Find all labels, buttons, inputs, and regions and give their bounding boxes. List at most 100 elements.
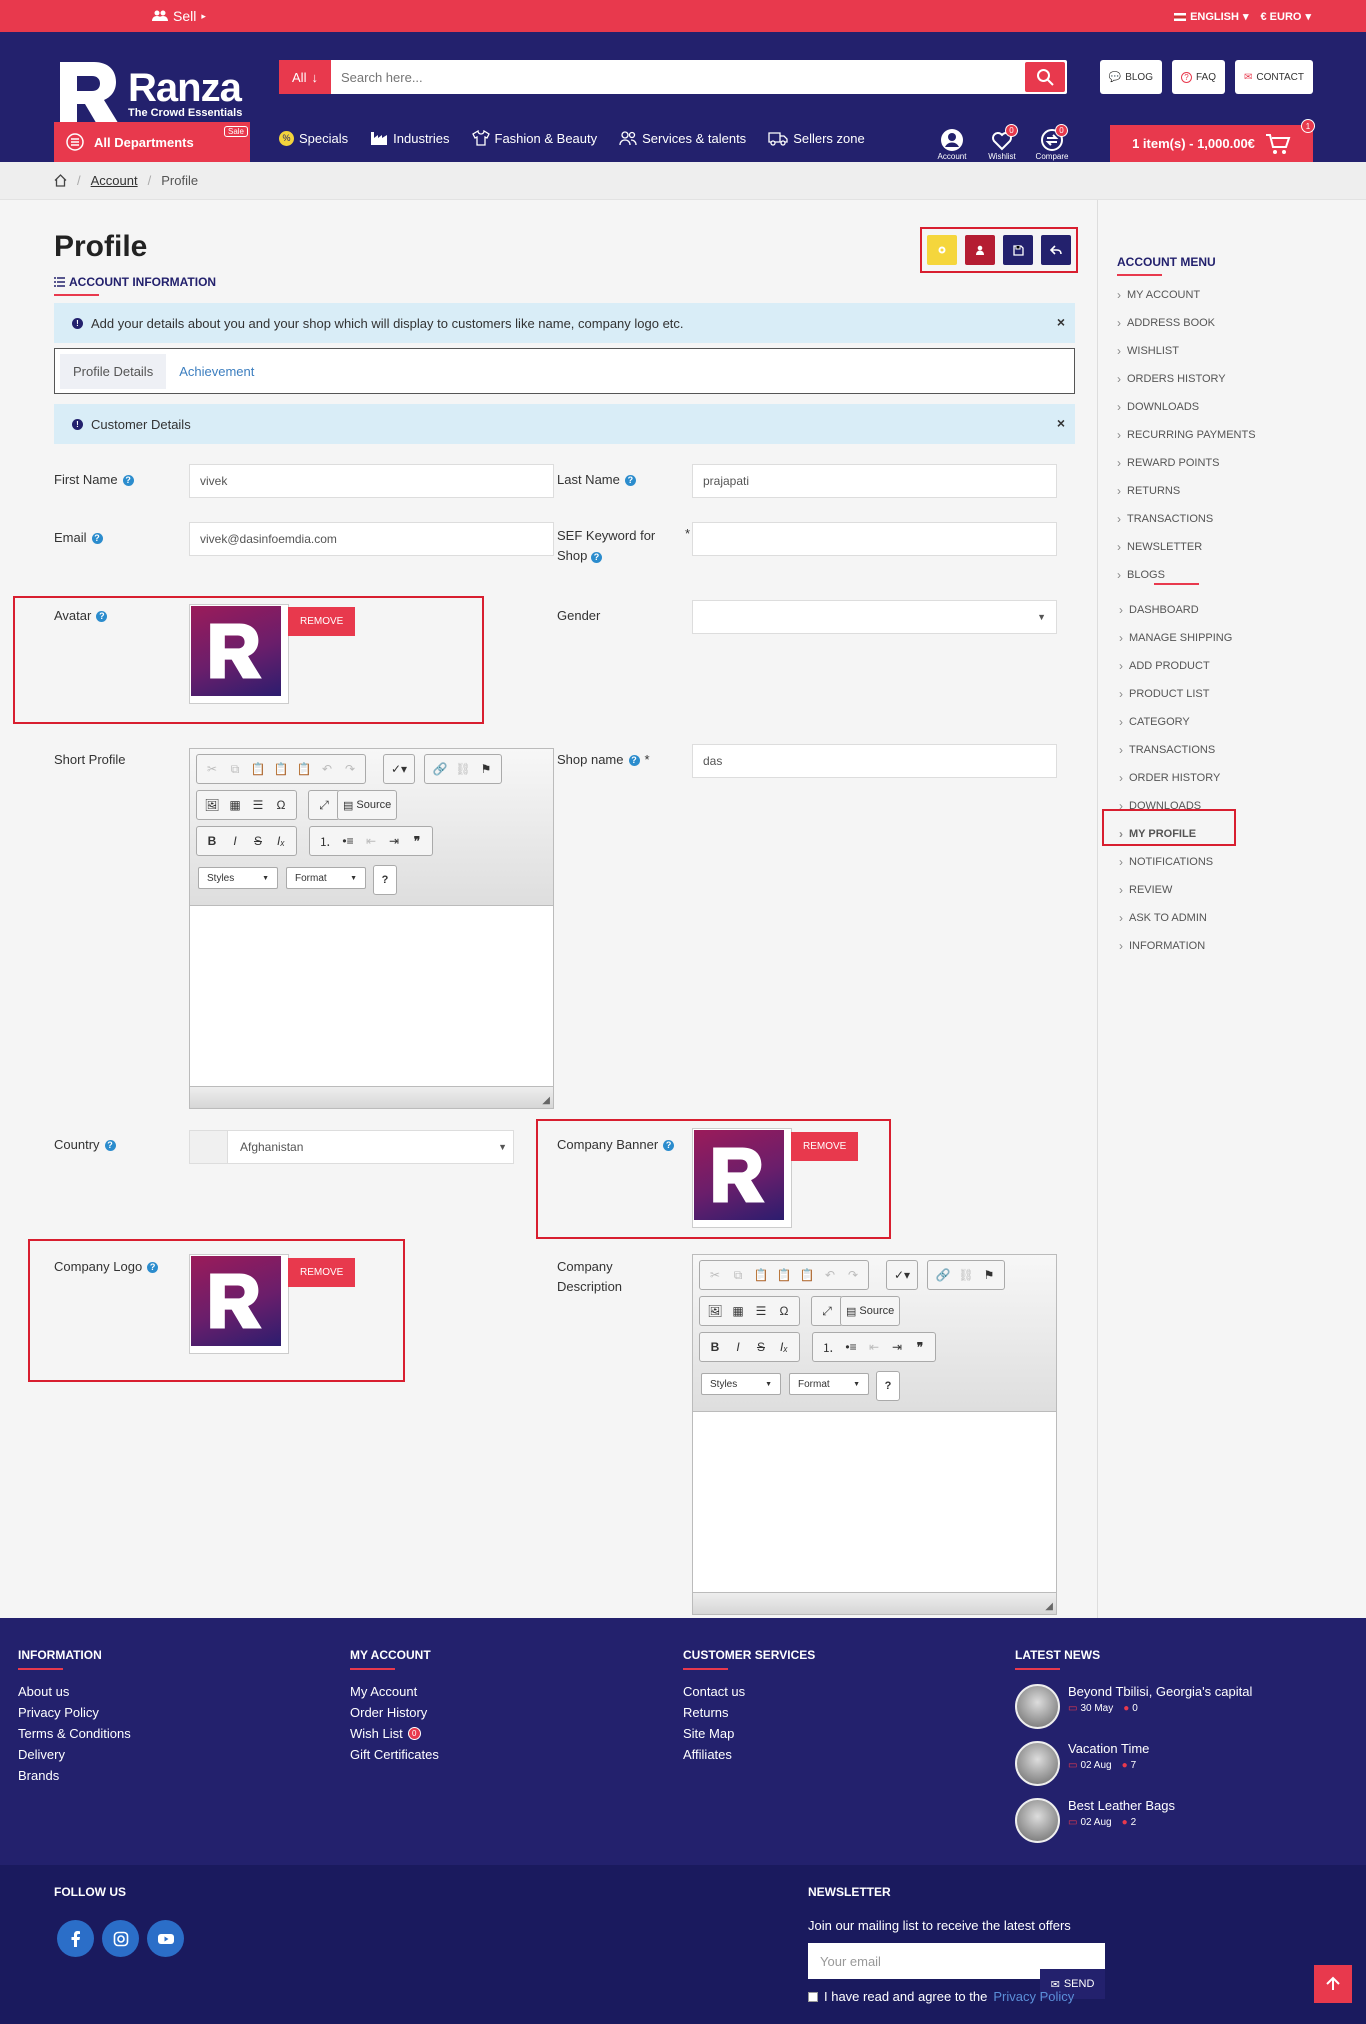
email-input[interactable]: vivek@dasinfoemdia.com	[189, 522, 554, 556]
anchor-flag-icon[interactable]: ⚑	[476, 759, 496, 779]
footer-link-wish-list[interactable]: Wish List 0	[350, 1726, 439, 1741]
back-button[interactable]	[1041, 235, 1071, 265]
maximize-icon[interactable]: ⤢	[817, 1301, 837, 1321]
footer-link-delivery[interactable]: Delivery	[18, 1747, 131, 1762]
save-button[interactable]	[1003, 235, 1033, 265]
numbered-list-icon[interactable]: ⒈	[315, 831, 335, 851]
breadcrumb-account-link[interactable]: Account	[91, 173, 138, 188]
bold-icon[interactable]: B	[202, 831, 222, 851]
numbered-list-icon[interactable]: ⒈	[818, 1337, 838, 1357]
sidebar-item-downloads[interactable]: › DOWNLOADS	[1117, 393, 1256, 421]
paste-icon[interactable]: 📋	[248, 759, 268, 779]
compare-button[interactable]: 0 Compare	[1034, 124, 1070, 161]
blockquote-icon[interactable]: ❞	[910, 1337, 930, 1357]
sef-keyword-input[interactable]	[692, 522, 1057, 556]
redo-icon[interactable]: ↷	[843, 1265, 863, 1285]
indent-icon[interactable]: ⇥	[384, 831, 404, 851]
all-departments-button[interactable]: All Departments Sale	[54, 122, 250, 162]
faq-link[interactable]: ? FAQ	[1172, 60, 1226, 94]
youtube-icon[interactable]	[147, 1920, 184, 1957]
link-icon[interactable]: 🔗	[933, 1265, 953, 1285]
company-banner-image[interactable]	[692, 1128, 792, 1228]
sidebar-item-manage-shipping[interactable]: › MANAGE SHIPPING	[1119, 624, 1232, 652]
styles-select[interactable]: Styles ▼	[701, 1373, 781, 1395]
facebook-icon[interactable]	[57, 1920, 94, 1957]
remove-format-icon[interactable]: Iₓ	[271, 831, 291, 851]
source-button[interactable]: ▤ Source	[337, 790, 398, 820]
paste-word-icon[interactable]: 📋	[797, 1265, 817, 1285]
spellcheck-icon[interactable]: ✓▾	[389, 759, 409, 779]
help-icon[interactable]: ?	[122, 474, 134, 486]
help-icon[interactable]: ?	[624, 474, 636, 486]
nav-specials[interactable]: % Specials	[279, 130, 348, 146]
footer-link-privacy[interactable]: Privacy Policy	[18, 1705, 131, 1720]
bold-icon[interactable]: B	[705, 1337, 725, 1357]
news-item[interactable]: Vacation Time ▭ 02 Aug ● 7	[1015, 1741, 1265, 1786]
strike-icon[interactable]: S	[248, 831, 268, 851]
shop-name-input[interactable]: das	[692, 744, 1057, 778]
sidebar-item-review[interactable]: › REVIEW	[1119, 876, 1232, 904]
footer-link-contact[interactable]: Contact us	[683, 1684, 815, 1699]
spellcheck-icon[interactable]: ✓▾	[892, 1265, 912, 1285]
sidebar-item-ask-to-admin[interactable]: › ASK TO ADMIN	[1119, 904, 1232, 932]
nav-services-talents[interactable]: Services & talents	[619, 130, 746, 146]
search-input[interactable]	[331, 60, 1023, 94]
sidebar-item-recurring-payments[interactable]: › RECURRING PAYMENTS	[1117, 421, 1256, 449]
privacy-policy-link[interactable]: Privacy Policy	[993, 1989, 1074, 2004]
remove-format-icon[interactable]: Iₓ	[774, 1337, 794, 1357]
footer-link-order-history[interactable]: Order History	[350, 1705, 439, 1720]
cart-button[interactable]: 1 item(s) - 1,000.00€ 1	[1110, 119, 1315, 162]
paste-word-icon[interactable]: 📋	[294, 759, 314, 779]
search-category-select[interactable]: All ↓	[279, 60, 331, 94]
remove-avatar-button[interactable]: REMOVE	[288, 607, 356, 636]
profile-button[interactable]	[965, 235, 995, 265]
italic-icon[interactable]: I	[728, 1337, 748, 1357]
news-item[interactable]: Beyond Tbilisi, Georgia's capital ▭ 30 May…	[1015, 1684, 1265, 1729]
sidebar-item-address-book[interactable]: › ADDRESS BOOK	[1117, 309, 1256, 337]
company-description-textarea[interactable]	[693, 1412, 1056, 1592]
format-select[interactable]: Format ▼	[286, 867, 366, 889]
sidebar-item-newsletter[interactable]: › NEWSLETTER	[1117, 533, 1256, 561]
horizontal-rule-icon[interactable]: ☰	[248, 795, 268, 815]
footer-link-my-account[interactable]: My Account	[350, 1684, 439, 1699]
avatar-image[interactable]	[189, 604, 289, 704]
company-logo-image[interactable]	[189, 1254, 289, 1354]
sidebar-item-reward-points[interactable]: › REWARD POINTS	[1117, 449, 1256, 477]
maximize-icon[interactable]: ⤢	[314, 795, 334, 815]
settings-button[interactable]	[927, 235, 957, 265]
sidebar-item-category[interactable]: › CATEGORY	[1119, 708, 1232, 736]
format-select[interactable]: Format ▼	[789, 1373, 869, 1395]
help-icon[interactable]: ?	[91, 532, 103, 544]
bulleted-list-icon[interactable]: •≡	[841, 1337, 861, 1357]
short-profile-textarea[interactable]	[190, 906, 553, 1086]
nav-industries[interactable]: Industries	[370, 130, 450, 146]
copy-icon[interactable]: ⧉	[728, 1265, 748, 1285]
sidebar-item-my-account[interactable]: › MY ACCOUNT	[1117, 281, 1256, 309]
strike-icon[interactable]: S	[751, 1337, 771, 1357]
help-icon[interactable]: ?	[628, 754, 640, 766]
last-name-input[interactable]: prajapati	[692, 464, 1057, 498]
image-icon[interactable]: 🖼	[705, 1301, 725, 1321]
sidebar-item-orders-history[interactable]: › ORDERS HISTORY	[1117, 365, 1256, 393]
table-icon[interactable]: ▦	[225, 795, 245, 815]
scroll-to-top-button[interactable]	[1314, 1965, 1352, 2003]
footer-link-terms[interactable]: Terms & Conditions	[18, 1726, 131, 1741]
horizontal-rule-icon[interactable]: ☰	[751, 1301, 771, 1321]
sidebar-item-seller-transactions[interactable]: › TRANSACTIONS	[1119, 736, 1232, 764]
help-icon[interactable]: ?	[96, 610, 108, 622]
tab-profile-details[interactable]: Profile Details	[60, 353, 167, 389]
special-char-icon[interactable]: Ω	[271, 795, 291, 815]
outdent-icon[interactable]: ⇤	[361, 831, 381, 851]
bulleted-list-icon[interactable]: •≡	[338, 831, 358, 851]
account-button[interactable]: Account	[934, 128, 970, 161]
editor-help-button[interactable]: ?	[373, 865, 397, 895]
redo-icon[interactable]: ↷	[340, 759, 360, 779]
currency-select[interactable]: € EURO ▾	[1261, 10, 1312, 24]
unlink-icon[interactable]: ⛓	[956, 1265, 976, 1285]
link-icon[interactable]: 🔗	[430, 759, 450, 779]
contact-link[interactable]: ✉ CONTACT	[1235, 60, 1313, 94]
sidebar-item-wishlist[interactable]: › WISHLIST	[1117, 337, 1256, 365]
undo-icon[interactable]: ↶	[820, 1265, 840, 1285]
sidebar-item-order-history[interactable]: › ORDER HISTORY	[1119, 764, 1232, 792]
source-button[interactable]: ▤ Source	[840, 1296, 901, 1326]
